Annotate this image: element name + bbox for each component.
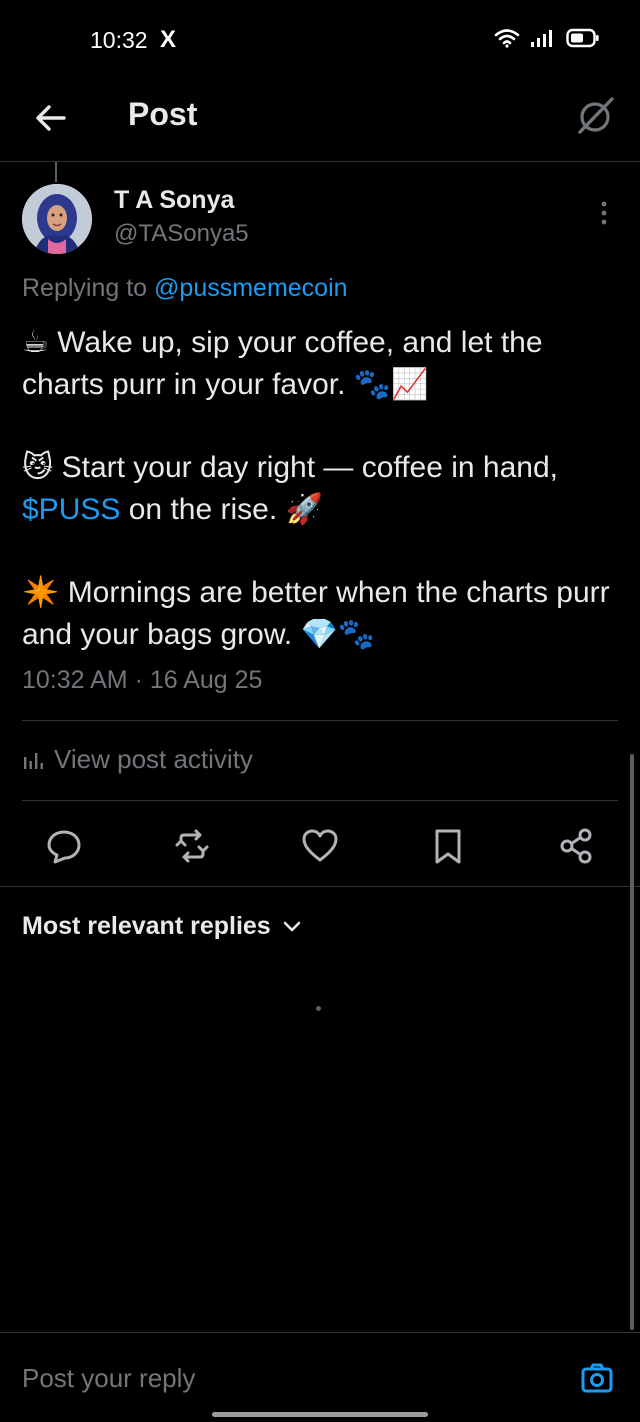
avatar-image (22, 184, 92, 254)
reply-input[interactable] (22, 1363, 357, 1394)
arrow-left-icon[interactable] (30, 98, 70, 138)
view-post-activity[interactable]: View post activity (22, 744, 253, 775)
scrollbar[interactable] (630, 754, 634, 1330)
page-title: Post (128, 96, 198, 132)
chevron-down-icon (283, 921, 301, 931)
share-icon[interactable] (556, 826, 596, 866)
bookmark-icon[interactable] (428, 826, 468, 866)
reply-mention-link[interactable]: @pussmemecoin (154, 274, 348, 302)
post-paragraph: ☕ Wake up, sip your coffee, and let the … (22, 326, 543, 401)
status-bar: 10:32 X (0, 0, 640, 80)
avatar[interactable] (22, 184, 92, 254)
sort-label: Most relevant replies (22, 912, 271, 940)
grok-icon[interactable] (574, 94, 618, 138)
post-header: Post (0, 80, 640, 162)
post-text: 😼 Start your day right — coffee in hand, (22, 451, 559, 484)
battery-icon (566, 28, 599, 48)
like-icon[interactable] (300, 826, 340, 866)
post-paragraph: 😼 Start your day right — coffee in hand,… (22, 447, 622, 531)
home-indicator[interactable] (212, 1412, 428, 1417)
reply-composer (0, 1332, 640, 1422)
camera-icon[interactable] (580, 1361, 614, 1395)
wifi-icon (494, 29, 520, 48)
replying-to: Replying to @pussmemecoin (22, 274, 348, 303)
divider (22, 800, 618, 801)
author-name[interactable]: T A Sonya (114, 186, 234, 215)
status-icons (494, 28, 600, 48)
signal-icon (531, 30, 552, 47)
author-handle[interactable]: @TASonya5 (114, 220, 249, 248)
divider (0, 886, 640, 887)
reply-icon[interactable] (44, 826, 84, 866)
replies-sort-dropdown[interactable]: Most relevant replies (22, 912, 301, 941)
cashtag-link[interactable]: $PUSS (22, 493, 120, 526)
analytics-icon (24, 752, 43, 769)
x-logo-icon: X (160, 26, 177, 53)
post-timestamp[interactable]: 10:32 AM · 16 Aug 25 (22, 666, 262, 695)
activity-label: View post activity (54, 744, 253, 774)
loading-indicator (316, 1006, 321, 1011)
divider (22, 720, 618, 721)
repost-icon[interactable] (172, 826, 212, 866)
post-text: on the rise. 🚀 (128, 493, 323, 526)
more-options-icon[interactable] (594, 200, 614, 226)
thread-line (55, 162, 57, 182)
reply-prefix: Replying to (22, 274, 148, 302)
post-actions (0, 820, 640, 870)
status-time: 10:32 (90, 27, 148, 53)
post-paragraph: ✴️ Mornings are better when the charts p… (22, 576, 610, 651)
post-body: ☕ Wake up, sip your coffee, and let the … (22, 322, 622, 656)
